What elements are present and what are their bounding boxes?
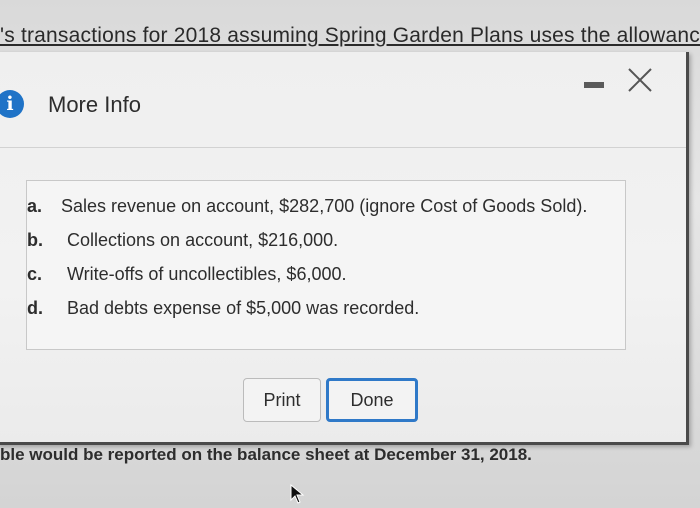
info-item-c: c. Write-offs of uncollectibles, $6,000.	[27, 261, 625, 287]
done-button[interactable]: Done	[326, 378, 418, 422]
dialog-title: More Info	[48, 92, 141, 117]
info-item-text: Bad debts expense of $5,000 was recorded…	[67, 298, 420, 318]
background-question-text: 's transactions for 2018 assuming Spring…	[0, 24, 700, 47]
info-item-text: Collections on account, $216,000.	[67, 230, 339, 250]
info-item-d: d. Bad debts expense of $5,000 was recor…	[27, 295, 625, 321]
info-item-letter: d.	[27, 298, 43, 318]
background-bottom-text: ble would be reported on the balance she…	[0, 445, 532, 464]
print-button[interactable]: Print	[243, 378, 321, 422]
info-icon: i	[0, 90, 24, 118]
close-icon[interactable]	[626, 66, 654, 94]
info-item-a: a. Sales revenue on account, $282,700 (i…	[27, 193, 591, 219]
more-info-dialog: i More Info a. Sales revenue on account,…	[0, 52, 689, 445]
minimize-icon[interactable]	[584, 82, 604, 88]
info-item-letter: c.	[27, 264, 43, 284]
info-item-letter: a.	[27, 196, 43, 216]
info-box: a. Sales revenue on account, $282,700 (i…	[26, 180, 626, 350]
info-item-text: Sales revenue on account, $282,700 (igno…	[61, 196, 588, 216]
mouse-cursor-icon	[290, 484, 305, 504]
info-item-text: Write-offs of uncollectibles, $6,000.	[67, 264, 347, 284]
info-item-b: b. Collections on account, $216,000.	[27, 227, 625, 253]
dialog-header: i More Info	[0, 52, 686, 148]
info-list: a. Sales revenue on account, $282,700 (i…	[27, 193, 625, 329]
info-item-letter: b.	[27, 230, 43, 250]
